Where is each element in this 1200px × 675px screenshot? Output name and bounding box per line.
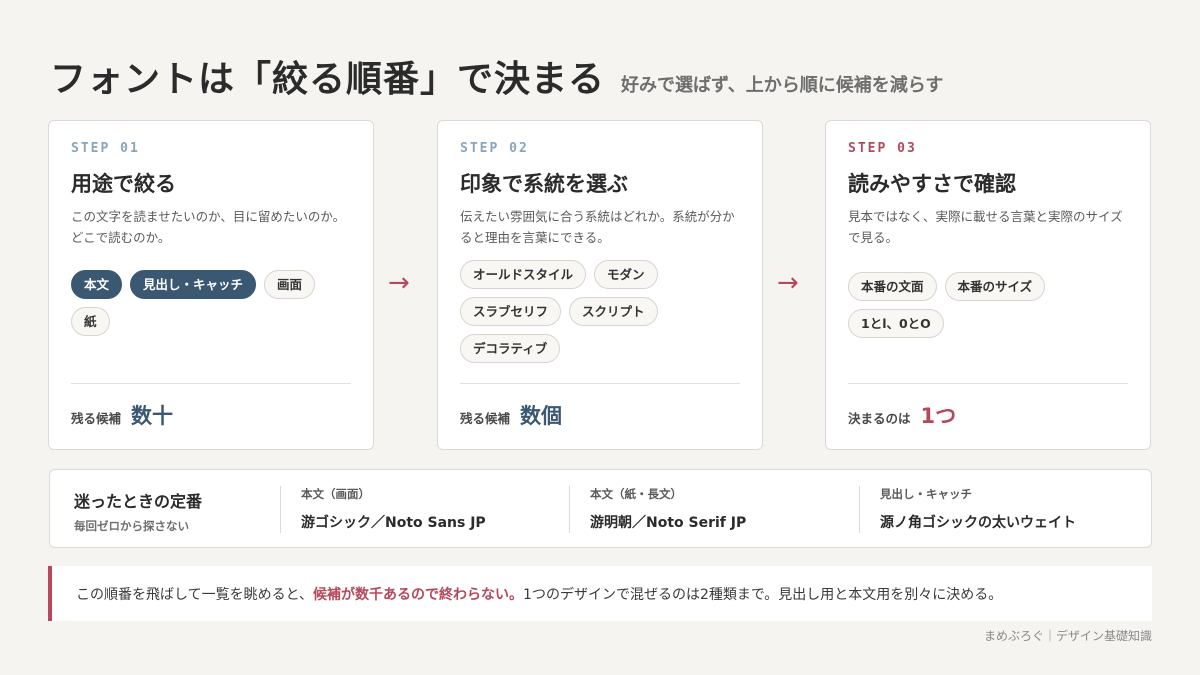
note-highlight: 候補が数千あるので終わらない。	[313, 586, 524, 603]
note-text: この順番を飛ばして一覧を眺めると、	[76, 586, 314, 603]
default-font-usage: 本文（紙・長文）	[590, 487, 682, 501]
tag-chip[interactable]: スクリプト	[569, 297, 658, 326]
default-fonts-heading: 迷ったときの定番 毎回ゼロから探さない	[74, 488, 202, 534]
tag-chip[interactable]: 本番の文面	[848, 272, 937, 301]
decided-value: 1つ	[920, 404, 957, 428]
default-font-column: 本文（紙・長文） 游明朝／Noto Serif JP	[569, 486, 746, 533]
tag-chip[interactable]: デコラティブ	[460, 334, 561, 363]
default-font-usage: 本文（画面）	[301, 487, 370, 501]
step-footer: 残る候補 数十	[71, 383, 351, 430]
page-subtitle: 好みで選ばず、上から順に候補を減らす	[621, 75, 944, 96]
page-title: フォントは「絞る順番」で決まる	[50, 59, 606, 100]
step-footer: 決まるのは 1つ	[848, 383, 1128, 430]
remaining-label: 残る候補	[71, 411, 122, 426]
step-card-1: STEP 01 用途で絞る この文字を読ませたいのか、目に留めたいのか。どこで読…	[48, 120, 374, 450]
default-font-column: 本文（画面） 游ゴシック／Noto Sans JP	[280, 486, 486, 533]
default-fonts-subtitle: 毎回ゼロから探さない	[74, 519, 189, 533]
default-fonts-panel: 迷ったときの定番 毎回ゼロから探さない 本文（画面） 游ゴシック／Noto Sa…	[49, 469, 1152, 548]
step-description: 見本ではなく、実際に載せる言葉と実際のサイズで見る。	[848, 209, 1123, 245]
remaining-value: 数個	[520, 404, 563, 428]
default-font-name: 游明朝／Noto Serif JP	[590, 515, 747, 531]
arrow-right-icon: →	[388, 268, 410, 298]
default-font-column: 見出し・キャッチ 源ノ角ゴシックの太いウェイト	[859, 486, 1076, 533]
default-font-name: 源ノ角ゴシックの太いウェイト	[880, 515, 1076, 531]
page-header: フォントは「絞る順番」で決まる 好みで選ばず、上から順に候補を減らす	[50, 50, 943, 102]
step-label: STEP 01	[71, 141, 140, 156]
tag-list: 本番の文面 本番のサイズ 1とl、0とO	[848, 272, 1128, 338]
decided-label: 決まるのは	[848, 411, 911, 426]
note-text: 1つのデザインで混ぜるのは2種類まで。見出し用と本文用を別々に決める。	[523, 586, 1003, 603]
step-label: STEP 03	[848, 141, 917, 156]
step-card-3: STEP 03 読みやすさで確認 見本ではなく、実際に載せる言葉と実際のサイズで…	[825, 120, 1151, 450]
remaining-value: 数十	[131, 404, 174, 428]
tag-chip[interactable]: スラブセリフ	[460, 297, 562, 326]
tag-chip[interactable]: 本番のサイズ	[944, 272, 1046, 301]
tag-chip[interactable]: モダン	[594, 260, 658, 289]
step-title: 印象で系統を選ぶ	[460, 172, 628, 196]
tag-chip-selected[interactable]: 見出し・キャッチ	[130, 270, 257, 299]
step-label: STEP 02	[460, 141, 529, 156]
warning-note: この順番を飛ばして一覧を眺めると、 候補が数千あるので終わらない。 1つのデザインで…	[48, 566, 1152, 621]
default-fonts-title: 迷ったときの定番	[74, 492, 203, 511]
tag-list: 本文 見出し・キャッチ 画面 紙	[71, 270, 351, 336]
remaining-label: 残る候補	[460, 411, 511, 426]
step-footer: 残る候補 数個	[460, 383, 740, 430]
step-title: 用途で絞る	[71, 172, 176, 196]
step-card-2: STEP 02 印象で系統を選ぶ 伝えたい雰囲気に合う系統はどれか。系統が分かる…	[437, 120, 763, 450]
tag-list: オールドスタイル モダン スラブセリフ スクリプト デコラティブ	[460, 260, 740, 363]
step-title: 読みやすさで確認	[848, 172, 1016, 196]
tag-chip[interactable]: オールドスタイル	[460, 260, 587, 289]
arrow-right-icon: →	[777, 268, 799, 298]
default-font-usage: 見出し・キャッチ	[880, 487, 972, 501]
tag-chip[interactable]: 画面	[264, 270, 316, 299]
tag-chip[interactable]: 1とl、0とO	[848, 309, 944, 338]
tag-chip-selected[interactable]: 本文	[71, 270, 123, 299]
step-description: この文字を読ませたいのか、目に留めたいのか。どこで読むのか。	[71, 209, 346, 245]
footer-credit: まめぶろぐ｜デザイン基礎知識	[983, 629, 1152, 643]
tag-chip[interactable]: 紙	[71, 307, 110, 336]
step-description: 伝えたい雰囲気に合う系統はどれか。系統が分かると理由を言葉にできる。	[460, 209, 735, 245]
default-font-name: 游ゴシック／Noto Sans JP	[301, 515, 486, 531]
